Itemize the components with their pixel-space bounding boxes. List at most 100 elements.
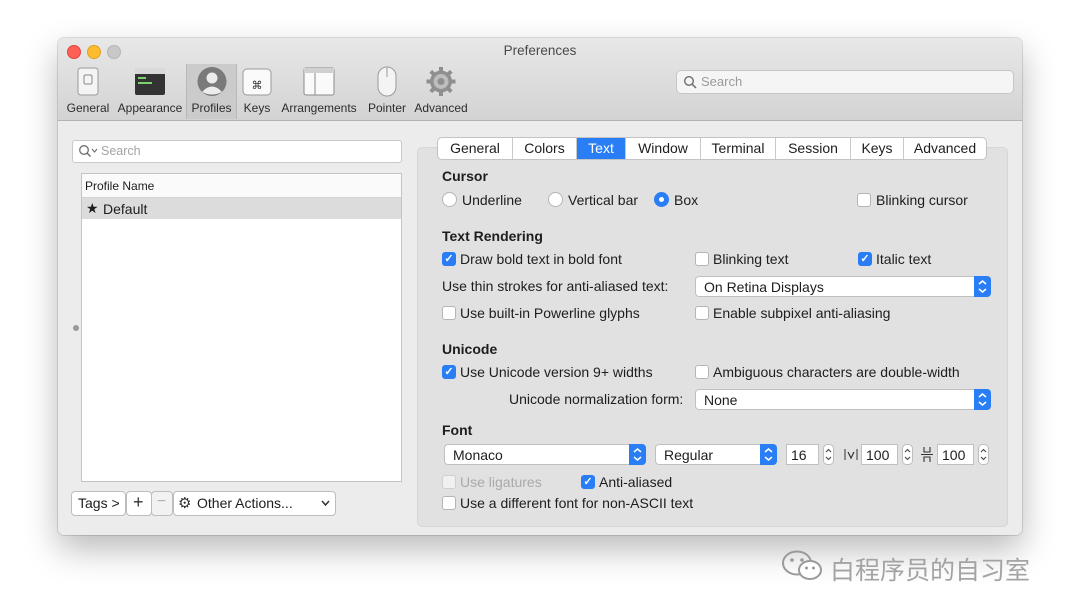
blinking-text-checkbox[interactable] xyxy=(695,252,709,266)
powerline-glyphs-checkbox[interactable] xyxy=(442,306,456,320)
toolbar-arrangements-label: Arrangements xyxy=(281,101,357,115)
search-options-icon xyxy=(79,145,98,157)
cursor-underline-radio[interactable] xyxy=(442,192,457,207)
cursor-vertical-bar-label: Vertical bar xyxy=(568,192,639,208)
font-weight-popup[interactable]: Regular xyxy=(655,444,777,465)
toolbar-general-label: General xyxy=(66,101,110,115)
arrangements-icon xyxy=(303,66,335,97)
tags-button[interactable]: Tags > xyxy=(71,491,126,516)
popup-chevron-icon xyxy=(629,444,646,465)
cursor-box-label: Box xyxy=(674,192,699,208)
tab-text[interactable]: Text xyxy=(577,138,626,159)
remove-icon: − xyxy=(157,493,167,510)
italic-text-checkbox[interactable]: ✓ xyxy=(858,252,872,266)
anti-aliased-label: Anti-aliased xyxy=(599,474,673,490)
toolbar-pointer[interactable]: Pointer xyxy=(363,64,411,119)
toolbar-profiles-label: Profiles xyxy=(191,101,232,115)
split-view-handle[interactable] xyxy=(73,325,79,331)
font-size-field[interactable]: 16 xyxy=(786,444,819,465)
star-icon: ★ xyxy=(86,200,99,216)
tab-advanced[interactable]: Advanced xyxy=(904,138,986,159)
draw-bold-label: Draw bold text in bold font xyxy=(460,251,622,267)
toolbar-profiles[interactable]: Profiles xyxy=(186,64,237,119)
horizontal-spacing-icon xyxy=(843,446,859,463)
anti-aliased-checkbox[interactable]: ✓ xyxy=(581,475,595,489)
appearance-icon xyxy=(134,66,166,97)
other-actions-popup[interactable]: ⚙ Other Actions... xyxy=(173,491,336,516)
toolbar-general[interactable]: General xyxy=(62,64,114,119)
tab-window[interactable]: Window xyxy=(626,138,701,159)
toolbar-keys-label: Keys xyxy=(243,101,271,115)
profile-name-column-header[interactable]: Profile Name xyxy=(82,174,401,198)
profile-search-field[interactable]: Search xyxy=(72,140,402,163)
ligatures-label: Use ligatures xyxy=(460,474,542,490)
keys-icon: ⌘ xyxy=(241,66,273,97)
toolbar-advanced[interactable]: Advanced xyxy=(412,64,470,119)
add-profile-button[interactable]: + xyxy=(126,491,152,516)
tab-colors[interactable]: Colors xyxy=(513,138,577,159)
pointer-icon xyxy=(371,66,403,97)
preferences-window: Preferences General Appearance Profiles … xyxy=(58,38,1022,535)
blinking-cursor-label: Blinking cursor xyxy=(876,192,968,208)
wechat-logo-icon xyxy=(782,550,822,580)
toolbar-pointer-label: Pointer xyxy=(367,101,407,115)
font-family-popup[interactable]: Monaco xyxy=(444,444,646,465)
popup-chevron-icon xyxy=(974,389,991,410)
draw-bold-checkbox[interactable]: ✓ xyxy=(442,252,456,266)
remove-profile-button[interactable]: − xyxy=(151,491,173,516)
toolbar-search-placeholder: Search xyxy=(701,74,743,89)
window-title: Preferences xyxy=(503,43,577,58)
tab-terminal[interactable]: Terminal xyxy=(701,138,776,159)
tab-session[interactable]: Session xyxy=(776,138,851,159)
font-size-stepper[interactable] xyxy=(823,444,834,465)
toolbar-appearance[interactable]: Appearance xyxy=(115,64,185,119)
toolbar-keys[interactable]: ⌘ Keys xyxy=(238,64,276,119)
font-weight-value: Regular xyxy=(664,447,714,463)
tab-keys[interactable]: Keys xyxy=(851,138,904,159)
cursor-box-radio[interactable] xyxy=(654,192,669,207)
horizontal-spacing-field[interactable]: 100 xyxy=(861,444,898,465)
ambiguous-width-checkbox[interactable] xyxy=(695,365,709,379)
normalization-label: Unicode normalization form: xyxy=(509,391,684,407)
vertical-spacing-stepper[interactable] xyxy=(978,444,989,465)
profiles-icon xyxy=(196,66,228,97)
profile-search-placeholder: Search xyxy=(101,144,141,158)
cursor-vertical-bar-radio[interactable] xyxy=(548,192,563,207)
table-row[interactable]: ★ Default xyxy=(82,198,401,219)
toolbar-search-field[interactable]: Search xyxy=(676,70,1014,94)
font-family-value: Monaco xyxy=(453,447,503,463)
cursor-heading: Cursor xyxy=(442,168,488,184)
vertical-spacing-field[interactable]: 100 xyxy=(937,444,974,465)
title-toolbar: Preferences General Appearance Profiles … xyxy=(58,38,1022,121)
profile-name-header-label: Profile Name xyxy=(85,179,155,193)
thin-strokes-value: On Retina Displays xyxy=(704,279,824,295)
italic-text-label: Italic text xyxy=(876,251,932,267)
blinking-cursor-checkbox[interactable] xyxy=(857,193,871,207)
ambiguous-width-label: Ambiguous characters are double-width xyxy=(713,364,960,380)
profiles-table: Profile Name ★ Default xyxy=(81,173,402,482)
cursor-underline-label: Underline xyxy=(462,192,522,208)
popup-chevron-icon xyxy=(974,276,991,297)
vertical-spacing-value: 100 xyxy=(942,447,966,463)
non-ascii-font-checkbox[interactable] xyxy=(442,496,456,510)
unicode-v9-label: Use Unicode version 9+ widths xyxy=(460,364,653,380)
normalization-value: None xyxy=(704,392,738,408)
blinking-text-label: Blinking text xyxy=(713,251,789,267)
normalization-popup[interactable]: None xyxy=(695,389,991,410)
subpixel-checkbox[interactable] xyxy=(695,306,709,320)
thin-strokes-label: Use thin strokes for anti-aliased text: xyxy=(442,278,669,294)
vertical-spacing-icon xyxy=(919,446,935,463)
toolbar-appearance-label: Appearance xyxy=(117,101,183,115)
preferences-body: Search Profile Name ★ Default Tags > + −… xyxy=(58,121,1022,535)
unicode-v9-checkbox[interactable]: ✓ xyxy=(442,365,456,379)
thin-strokes-popup[interactable]: On Retina Displays xyxy=(695,276,991,297)
toolbar-advanced-label: Advanced xyxy=(414,101,468,115)
horizontal-spacing-stepper[interactable] xyxy=(902,444,913,465)
tab-general[interactable]: General xyxy=(438,138,513,159)
non-ascii-font-label: Use a different font for non-ASCII text xyxy=(460,495,694,511)
gear-icon: ⚙ xyxy=(178,495,192,512)
ligatures-checkbox[interactable] xyxy=(442,475,456,489)
toolbar-arrangements[interactable]: Arrangements xyxy=(280,64,358,119)
general-icon xyxy=(72,66,104,97)
search-icon xyxy=(683,75,697,89)
